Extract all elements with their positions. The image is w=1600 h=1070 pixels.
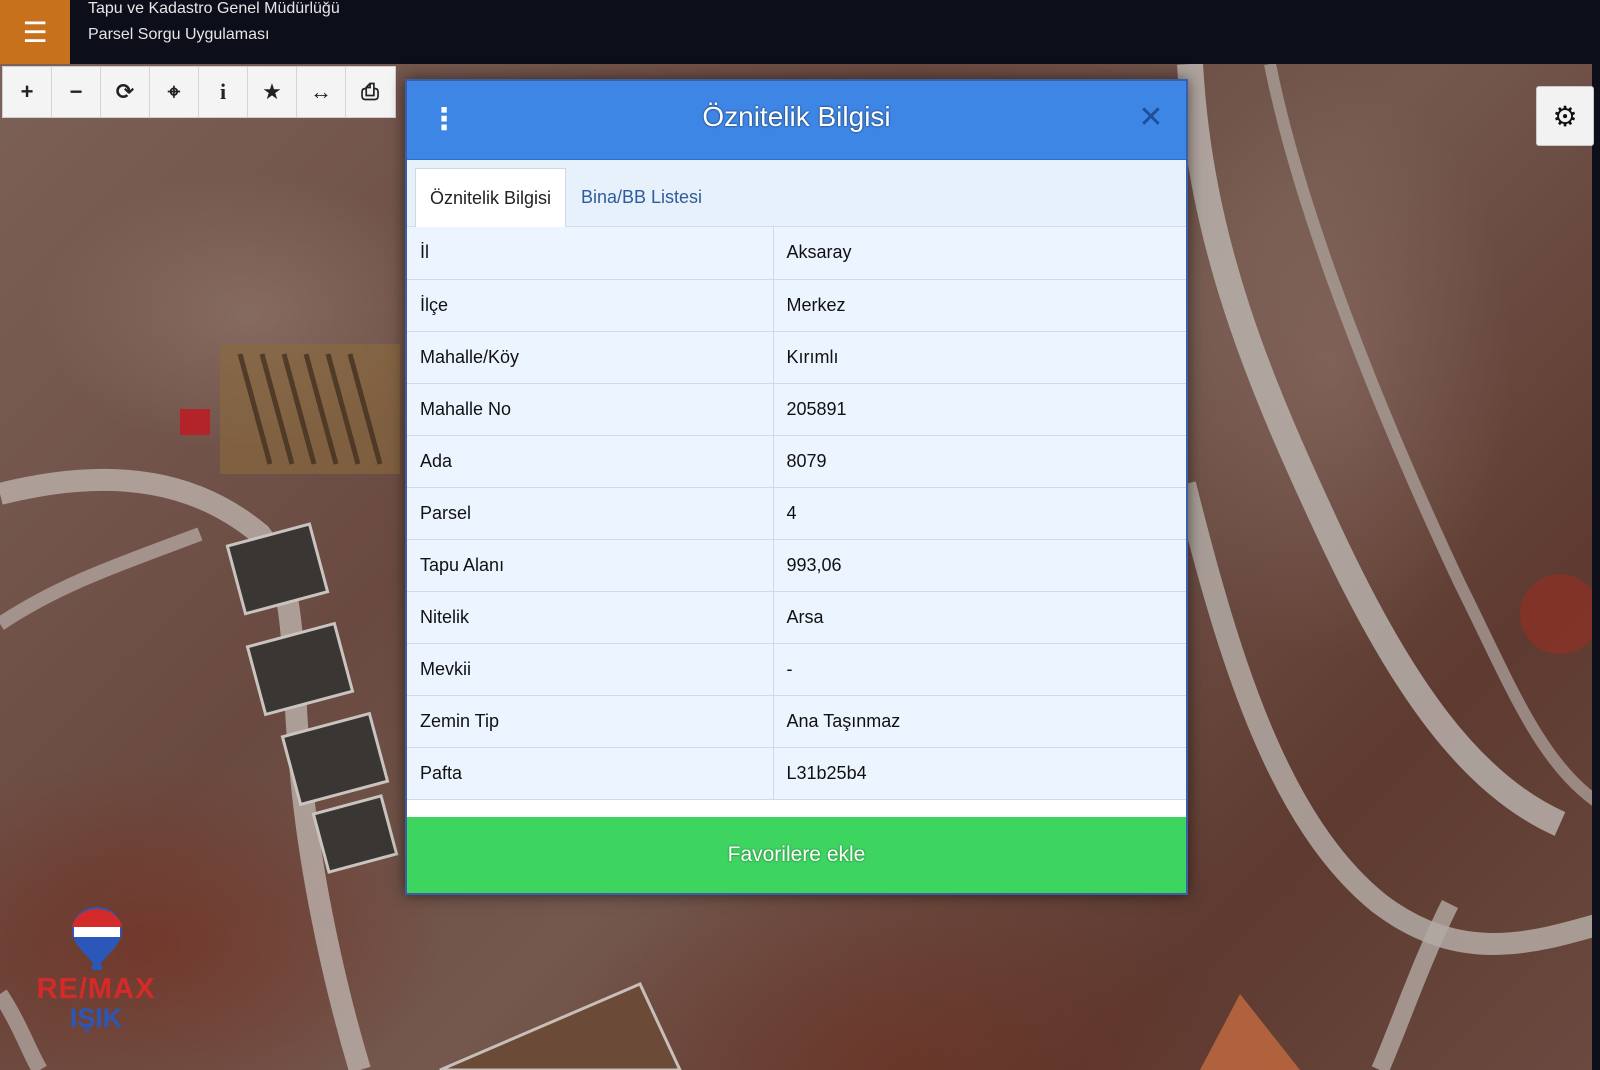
- attribute-value: Merkez: [773, 279, 1186, 332]
- crosshair-icon[interactable]: ⌖: [150, 67, 199, 117]
- app-header: ☰ Tapu ve Kadastro Genel Müdürlüğü Parse…: [0, 0, 1600, 64]
- zoom-out-icon[interactable]: −: [52, 67, 101, 117]
- info-icon[interactable]: i: [199, 67, 248, 117]
- attribute-table: İl Aksaray İlçe Merkez Mahalle/Köy Kırımlı Mah…: [407, 227, 1186, 800]
- tab-attribute-info[interactable]: Öznitelik Bilgisi: [415, 168, 567, 227]
- attribute-value: 8079: [773, 435, 1186, 488]
- table-row: İl Aksaray: [407, 227, 1186, 280]
- attribute-value: 205891: [773, 383, 1186, 436]
- attribute-key: Zemin Tip: [407, 695, 774, 748]
- table-row: İlçe Merkez: [407, 279, 1186, 332]
- table-row: Nitelik Arsa: [407, 591, 1186, 644]
- attribute-dialog: ⋮ Öznitelik Bilgisi ✕ Öznitelik Bilgisi …: [405, 79, 1188, 895]
- attribute-key: Tapu Alanı: [407, 539, 774, 592]
- attribute-key: Pafta: [407, 747, 774, 800]
- close-icon[interactable]: ✕: [1134, 99, 1168, 137]
- attribute-value: Aksaray: [773, 227, 1186, 280]
- gear-icon[interactable]: ⚙: [1536, 86, 1594, 146]
- table-row: Mahalle/Köy Kırımlı: [407, 331, 1186, 384]
- hamburger-icon[interactable]: ☰: [0, 0, 70, 64]
- logo-brand: RE/MAX: [36, 973, 156, 1005]
- refresh-icon[interactable]: ⟳: [101, 67, 150, 117]
- attribute-key: Nitelik: [407, 591, 774, 644]
- dialog-header: ⋮ Öznitelik Bilgisi ✕: [407, 81, 1186, 160]
- table-row: Ada 8079: [407, 435, 1186, 488]
- attribute-key: Ada: [407, 435, 774, 488]
- print-icon[interactable]: ⎙: [346, 67, 394, 117]
- measure-icon[interactable]: ↔: [297, 67, 346, 117]
- attribute-key: Mahalle/Köy: [407, 331, 774, 384]
- attribute-value: L31b25b4: [773, 747, 1186, 800]
- table-row: Mevkii -: [407, 643, 1186, 696]
- dialog-title: Öznitelik Bilgisi: [702, 101, 891, 132]
- attribute-key: Mahalle No: [407, 383, 774, 436]
- table-row: Pafta L31b25b4: [407, 747, 1186, 800]
- app-subtitle: Parsel Sorgu Uygulaması: [88, 26, 270, 43]
- logo-office: IŞIK: [69, 1003, 123, 1033]
- attribute-key: İlçe: [407, 279, 774, 332]
- attribute-value: 993,06: [773, 539, 1186, 592]
- balloon-icon: [72, 907, 122, 970]
- attribute-value: Arsa: [773, 591, 1186, 644]
- star-icon[interactable]: ★: [248, 67, 297, 117]
- attribute-key: İl: [407, 227, 774, 280]
- tab-building-list[interactable]: Bina/BB Listesi: [567, 168, 716, 226]
- attribute-value: 4: [773, 487, 1186, 540]
- zoom-in-icon[interactable]: +: [3, 67, 52, 117]
- right-edge-bar: [1592, 0, 1600, 1070]
- remax-logo: RE/MAX IŞIK: [26, 905, 166, 1035]
- dialog-tabs: Öznitelik Bilgisi Bina/BB Listesi: [407, 160, 1186, 227]
- attribute-key: Parsel: [407, 487, 774, 540]
- table-row: Parsel 4: [407, 487, 1186, 540]
- app-title: Tapu ve Kadastro Genel Müdürlüğü: [88, 0, 340, 17]
- table-row: Mahalle No 205891: [407, 383, 1186, 436]
- add-favorite-button[interactable]: Favorilere ekle: [407, 817, 1186, 893]
- attribute-value: -: [773, 643, 1186, 696]
- attribute-value: Kırımlı: [773, 331, 1186, 384]
- attribute-value: Ana Taşınmaz: [773, 695, 1186, 748]
- table-row: Zemin Tip Ana Taşınmaz: [407, 695, 1186, 748]
- map-toolbar: + − ⟳ ⌖ i ★ ↔ ⎙: [2, 66, 396, 118]
- table-row: Tapu Alanı 993,06: [407, 539, 1186, 592]
- attribute-key: Mevkii: [407, 643, 774, 696]
